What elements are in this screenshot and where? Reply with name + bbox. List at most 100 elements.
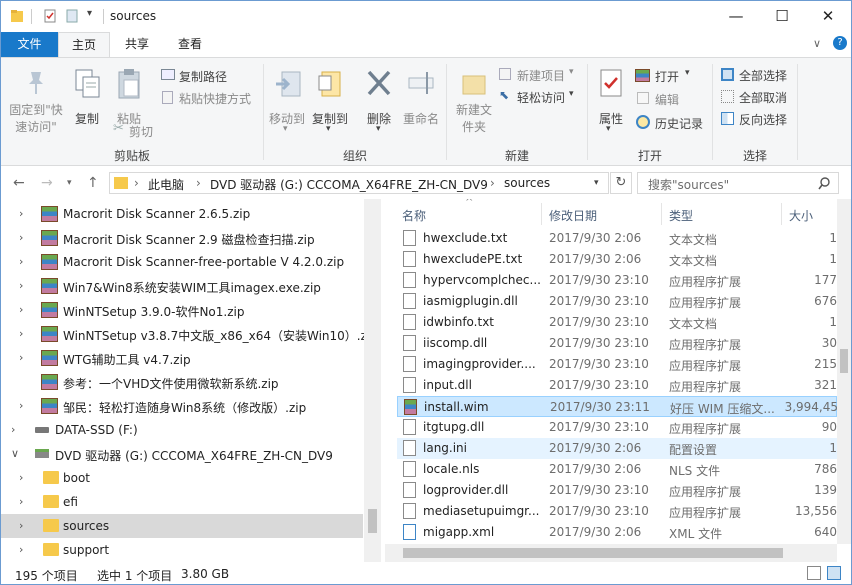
breadcrumb-separator-icon[interactable]: › [490, 176, 495, 190]
file-row[interactable]: iiscomp.dll 2017/9/30 23:10 应用程序扩展 30 [397, 333, 837, 354]
horizontal-scrollbar[interactable] [385, 544, 837, 562]
copy-button[interactable]: 复制 [69, 66, 105, 138]
chevron-down-icon[interactable]: ∨ [11, 447, 19, 460]
invert-selection-button[interactable]: 反向选择 [721, 110, 801, 128]
address-bar[interactable]: › 此电脑 › DVD 驱动器 (G:) CCCOMA_X64FRE_ZH-CN… [109, 172, 609, 194]
collapse-ribbon-icon[interactable]: ∨ [813, 37, 821, 50]
pin-quick-access-button[interactable]: 固定到"快速访问" [5, 66, 65, 138]
properties-quick-icon[interactable] [43, 9, 57, 23]
nav-scrollbar[interactable] [364, 199, 381, 562]
new-folder-button[interactable]: 新建文件夹 [451, 66, 497, 146]
select-none-button[interactable]: 全部取消 [721, 88, 801, 106]
nav-item[interactable]: › sources [1, 514, 363, 538]
move-to-button[interactable]: 移动到 ▾ [267, 66, 307, 146]
paste-shortcut-button[interactable]: 粘贴快捷方式 [159, 89, 269, 107]
column-header-date[interactable]: 修改日期 [549, 207, 597, 224]
file-row[interactable]: input.dll 2017/9/30 23:10 应用程序扩展 321 [397, 375, 837, 396]
chevron-right-icon[interactable]: › [19, 327, 23, 340]
select-all-button[interactable]: 全部选择 [721, 66, 801, 84]
file-row[interactable]: hypervcomplchec... 2017/9/30 23:10 应用程序扩展 1… [397, 270, 837, 291]
tab-share[interactable]: 共享 [111, 32, 163, 58]
column-divider[interactable] [661, 203, 662, 225]
breadcrumb-this-pc[interactable]: 此电脑 [148, 176, 184, 193]
easy-access-button[interactable]: ⬉ 轻松访问 ▾ [499, 88, 581, 106]
file-row[interactable]: lang.ini 2017/9/30 2:06 配置设置 1 [397, 438, 837, 459]
breadcrumb-sources[interactable]: sources [504, 176, 550, 190]
chevron-right-icon[interactable]: › [19, 351, 23, 364]
breadcrumb-separator-icon[interactable]: › [134, 176, 139, 190]
nav-item[interactable]: › Macrorit Disk Scanner 2.6.5.zip [1, 202, 363, 226]
copy-to-button[interactable]: 复制到 ▾ [308, 66, 352, 146]
open-button[interactable]: 打开 ▾ [635, 67, 697, 85]
nav-item[interactable]: › WinNTSetup 3.9.0-软件No1.zip [1, 298, 363, 322]
close-button[interactable]: ✕ [805, 1, 851, 32]
edit-button[interactable]: 编辑 [635, 90, 697, 108]
column-header-type[interactable]: 类型 [669, 207, 693, 224]
delete-button[interactable]: 删除 ▾ [361, 66, 397, 146]
file-row[interactable]: hwexclude.txt 2017/9/30 2:06 文本文档 1 [397, 228, 837, 249]
cut-button[interactable]: ✂ 剪切 [111, 121, 161, 140]
details-view-icon[interactable] [807, 566, 821, 580]
nav-item[interactable]: › Win7&Win8系统安装WIM工具imagex.exe.zip [1, 274, 363, 298]
chevron-right-icon[interactable]: › [19, 279, 23, 292]
chevron-right-icon[interactable]: › [19, 519, 23, 532]
chevron-right-icon[interactable]: › [19, 471, 23, 484]
file-row[interactable]: locale.nls 2017/9/30 2:06 NLS 文件 786 [397, 459, 837, 480]
rename-button[interactable]: 重命名 [399, 66, 443, 146]
nav-item[interactable]: 参考：一个VHD文件使用微软新系统.zip [1, 370, 363, 394]
chevron-right-icon[interactable]: › [19, 303, 23, 316]
chevron-right-icon[interactable]: › [11, 423, 15, 436]
up-arrow-icon[interactable]: ↑ [87, 175, 99, 191]
copy-path-button[interactable]: 复制路径 [159, 67, 259, 85]
chevron-right-icon[interactable]: › [19, 543, 23, 556]
file-row[interactable]: imagingprovider.... 2017/9/30 23:10 应用程序扩展… [397, 354, 837, 375]
vertical-scrollbar[interactable] [837, 199, 851, 544]
nav-item[interactable]: › DATA-SSD (F:) [1, 418, 363, 442]
minimize-button[interactable]: — [713, 1, 759, 32]
column-header-name[interactable]: 名称 [402, 207, 426, 224]
nav-item[interactable]: › WinNTSetup v3.8.7中文版_x86_x64（安装Win10）.z… [1, 322, 378, 346]
nav-item[interactable]: › Macrorit Disk Scanner 2.9 磁盘检查扫描.zip [1, 226, 363, 250]
tab-home[interactable]: 主页 [58, 32, 110, 58]
search-input[interactable]: 搜索"sources" [637, 172, 839, 194]
scrollbar-thumb[interactable] [368, 509, 377, 533]
file-row[interactable]: mediasetupuimgr... 2017/9/30 23:10 应用程序扩展 1… [397, 501, 837, 522]
file-row[interactable]: idwbinfo.txt 2017/9/30 23:10 文本文档 1 [397, 312, 837, 333]
chevron-right-icon[interactable]: › [19, 255, 23, 268]
file-row[interactable]: logprovider.dll 2017/9/30 23:10 应用程序扩展 139 [397, 480, 837, 501]
chevron-right-icon[interactable]: › [19, 399, 23, 412]
properties-button[interactable]: 属性 ▾ [591, 66, 631, 146]
file-row[interactable]: hwexcludePE.txt 2017/9/30 2:06 文本文档 1 [397, 249, 837, 270]
file-row[interactable]: itgtupg.dll 2017/9/30 23:10 应用程序扩展 90 [397, 417, 837, 438]
scrollbar-thumb[interactable] [403, 548, 783, 558]
history-button[interactable]: 历史记录 [635, 114, 709, 132]
nav-item[interactable]: › WTG辅助工具 v4.7.zip [1, 346, 363, 370]
nav-item[interactable]: › boot [1, 466, 363, 490]
file-row[interactable]: migapp.xml 2017/9/30 2:06 XML 文件 640 [397, 522, 837, 543]
recent-locations-icon[interactable]: ▾ [67, 178, 72, 188]
column-divider[interactable] [541, 203, 542, 225]
tab-view[interactable]: 查看 [164, 32, 216, 58]
back-arrow-icon[interactable]: ← [13, 175, 25, 191]
help-icon[interactable]: ? [833, 36, 847, 50]
file-row[interactable]: iasmigplugin.dll 2017/9/30 23:10 应用程序扩展 676 [397, 291, 837, 312]
nav-item[interactable]: › support [1, 538, 363, 562]
search-icon[interactable] [818, 177, 831, 190]
large-icons-view-icon[interactable] [827, 566, 841, 580]
customize-quick-access-icon[interactable]: ▾ [87, 8, 92, 19]
nav-item[interactable]: › efi [1, 490, 363, 514]
breadcrumb-separator-icon[interactable]: › [196, 176, 201, 190]
nav-item[interactable]: › Macrorit Disk Scanner-free-portable V 4… [1, 250, 363, 274]
nav-item[interactable]: ∨ DVD 驱动器 (G:) CCCOMA_X64FRE_ZH-CN_DV9 [1, 442, 363, 466]
new-item-button[interactable]: 新建项目 ▾ [499, 66, 581, 84]
new-folder-quick-icon[interactable] [65, 9, 79, 23]
chevron-right-icon[interactable]: › [19, 231, 23, 244]
scrollbar-thumb[interactable] [840, 349, 848, 373]
chevron-right-icon[interactable]: › [19, 207, 23, 220]
address-dropdown-icon[interactable]: ▾ [594, 178, 599, 188]
column-divider[interactable] [781, 203, 782, 225]
file-row[interactable]: install.wim 2017/9/30 23:11 好压 WIM 压缩文... 3… [397, 396, 837, 417]
forward-arrow-icon[interactable]: → [41, 175, 53, 191]
refresh-button[interactable]: ↻ [610, 172, 632, 194]
tab-file[interactable]: 文件 [1, 32, 58, 58]
